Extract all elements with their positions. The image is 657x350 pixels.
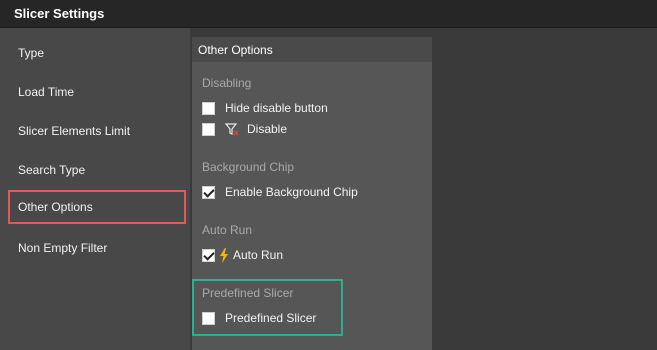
sidebar-item-load-time[interactable]: Load Time <box>8 75 186 109</box>
sidebar-item-search-type[interactable]: Search Type <box>8 153 186 187</box>
auto-run-checkbox[interactable] <box>202 248 215 262</box>
sidebar-item-non-empty-filter[interactable]: Non Empty Filter <box>8 231 186 265</box>
panel-title: Other Options <box>192 37 432 62</box>
sidebar-item-type[interactable]: Type <box>8 36 186 70</box>
section-title-disabling: Disabling <box>202 76 252 90</box>
sidebar-item-other-options[interactable]: Other Options <box>8 190 186 224</box>
enable-background-chip-option[interactable]: Enable Background Chip <box>202 183 358 201</box>
section-title-auto-run: Auto Run <box>202 223 253 237</box>
hide-disable-button-label: Hide disable button <box>225 101 328 115</box>
enable-background-chip-checkbox[interactable] <box>202 185 215 199</box>
sidebar: Type Load Time Slicer Elements Limit Sea… <box>0 28 190 350</box>
enable-background-chip-label: Enable Background Chip <box>225 185 358 199</box>
disable-checkbox[interactable] <box>202 122 215 136</box>
sidebar-item-slicer-elements-limit[interactable]: Slicer Elements Limit <box>8 114 186 148</box>
lightning-icon <box>220 247 228 263</box>
filter-disable-icon <box>225 123 239 136</box>
window-title: Slicer Settings <box>0 0 657 28</box>
auto-run-label: Auto Run <box>233 248 284 262</box>
hide-disable-button-checkbox[interactable] <box>202 101 215 115</box>
predefined-slicer-highlight <box>192 279 343 336</box>
disable-label: Disable <box>247 122 288 136</box>
disable-option[interactable]: Disable <box>202 120 287 138</box>
hide-disable-button-option[interactable]: Hide disable button <box>202 99 328 117</box>
auto-run-option[interactable]: Auto Run <box>202 246 283 264</box>
section-title-background-chip: Background Chip <box>202 160 295 174</box>
